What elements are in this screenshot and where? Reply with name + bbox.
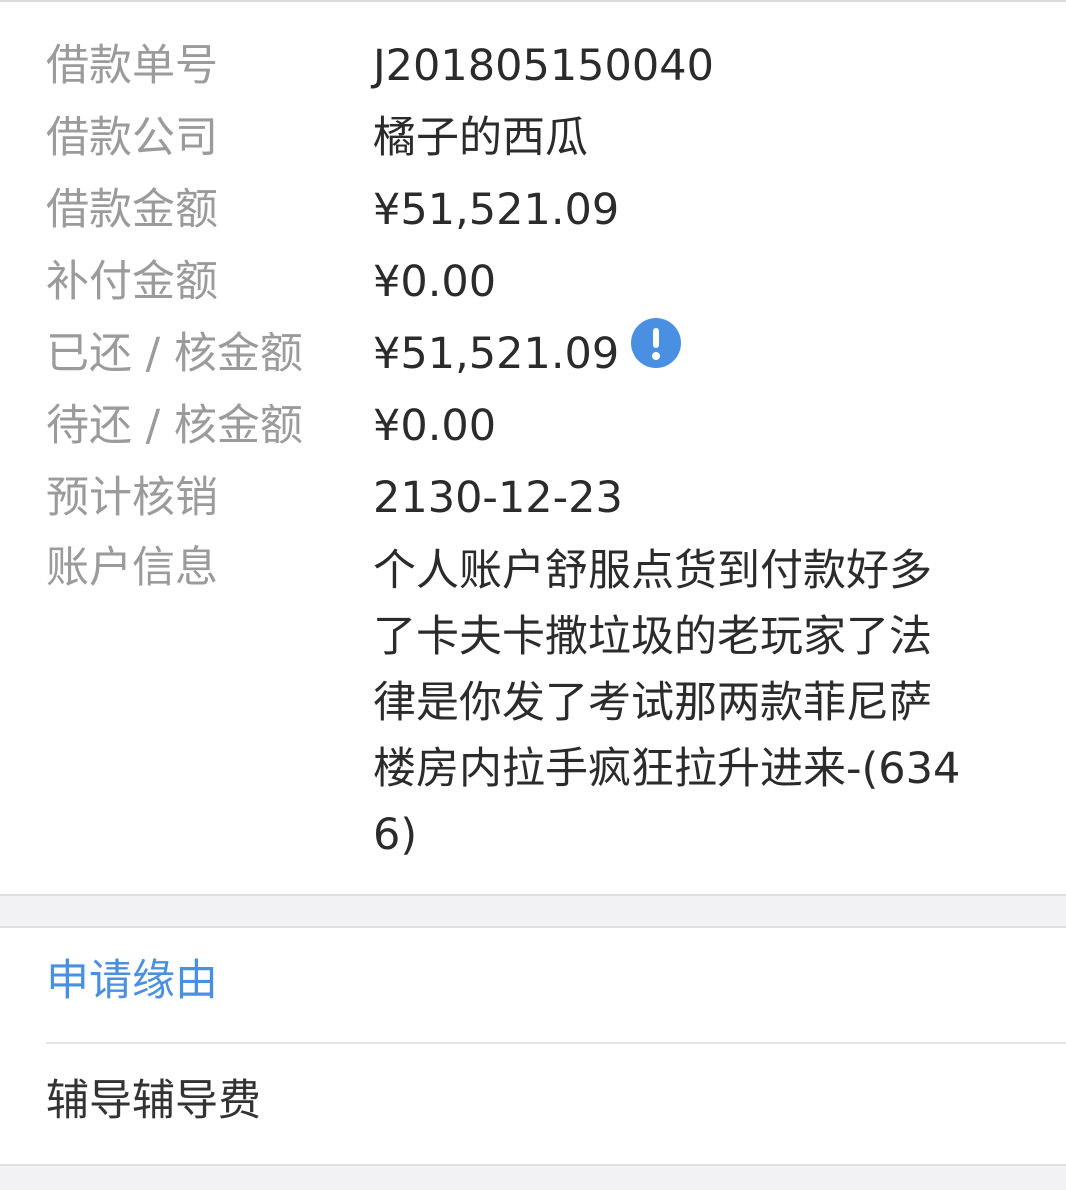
- loan-amount-value: ¥51,521.09: [373, 185, 620, 235]
- repaid-amount-label: 已还 / 核金额: [46, 329, 303, 379]
- application-reason-text: 辅导辅导费: [46, 1076, 261, 1126]
- section-divider: [46, 1042, 1066, 1044]
- loan-company-label: 借款公司: [46, 113, 218, 163]
- expected-writeoff-value: 2130-12-23: [373, 473, 623, 523]
- section-gap: [0, 896, 1066, 926]
- pending-amount-label: 待还 / 核金额: [46, 401, 303, 451]
- loan-details-card: 借款单号 J201805150040 借款公司 橘子的西瓜 借款金额 ¥51,5…: [0, 2, 1066, 896]
- repaid-amount-value-wrap: ¥51,521.09: [373, 317, 682, 384]
- repaid-amount-value: ¥51,521.09: [373, 329, 620, 379]
- expected-writeoff-label: 预计核销: [46, 473, 218, 523]
- loan-number-label: 借款单号: [46, 41, 218, 91]
- supplementary-amount-value: ¥0.00: [373, 257, 497, 307]
- loan-company-value: 橘子的西瓜: [373, 113, 588, 163]
- application-reason-card: 申请缘由 辅导辅导费: [0, 926, 1066, 1166]
- loan-amount-label: 借款金额: [46, 185, 218, 235]
- exclamation-circle-icon[interactable]: [631, 317, 682, 368]
- loan-number-value: J201805150040: [373, 41, 714, 91]
- account-info-label: 账户信息: [46, 543, 218, 593]
- pending-amount-value: ¥0.00: [373, 401, 497, 451]
- account-info-value: 个人账户舒服点货到付款好多了卡夫卡撒垃圾的老玩家了法律是你发了考试那两款菲尼萨楼…: [373, 546, 961, 860]
- application-reason-title: 申请缘由: [46, 956, 218, 1006]
- supplementary-amount-label: 补付金额: [46, 257, 218, 307]
